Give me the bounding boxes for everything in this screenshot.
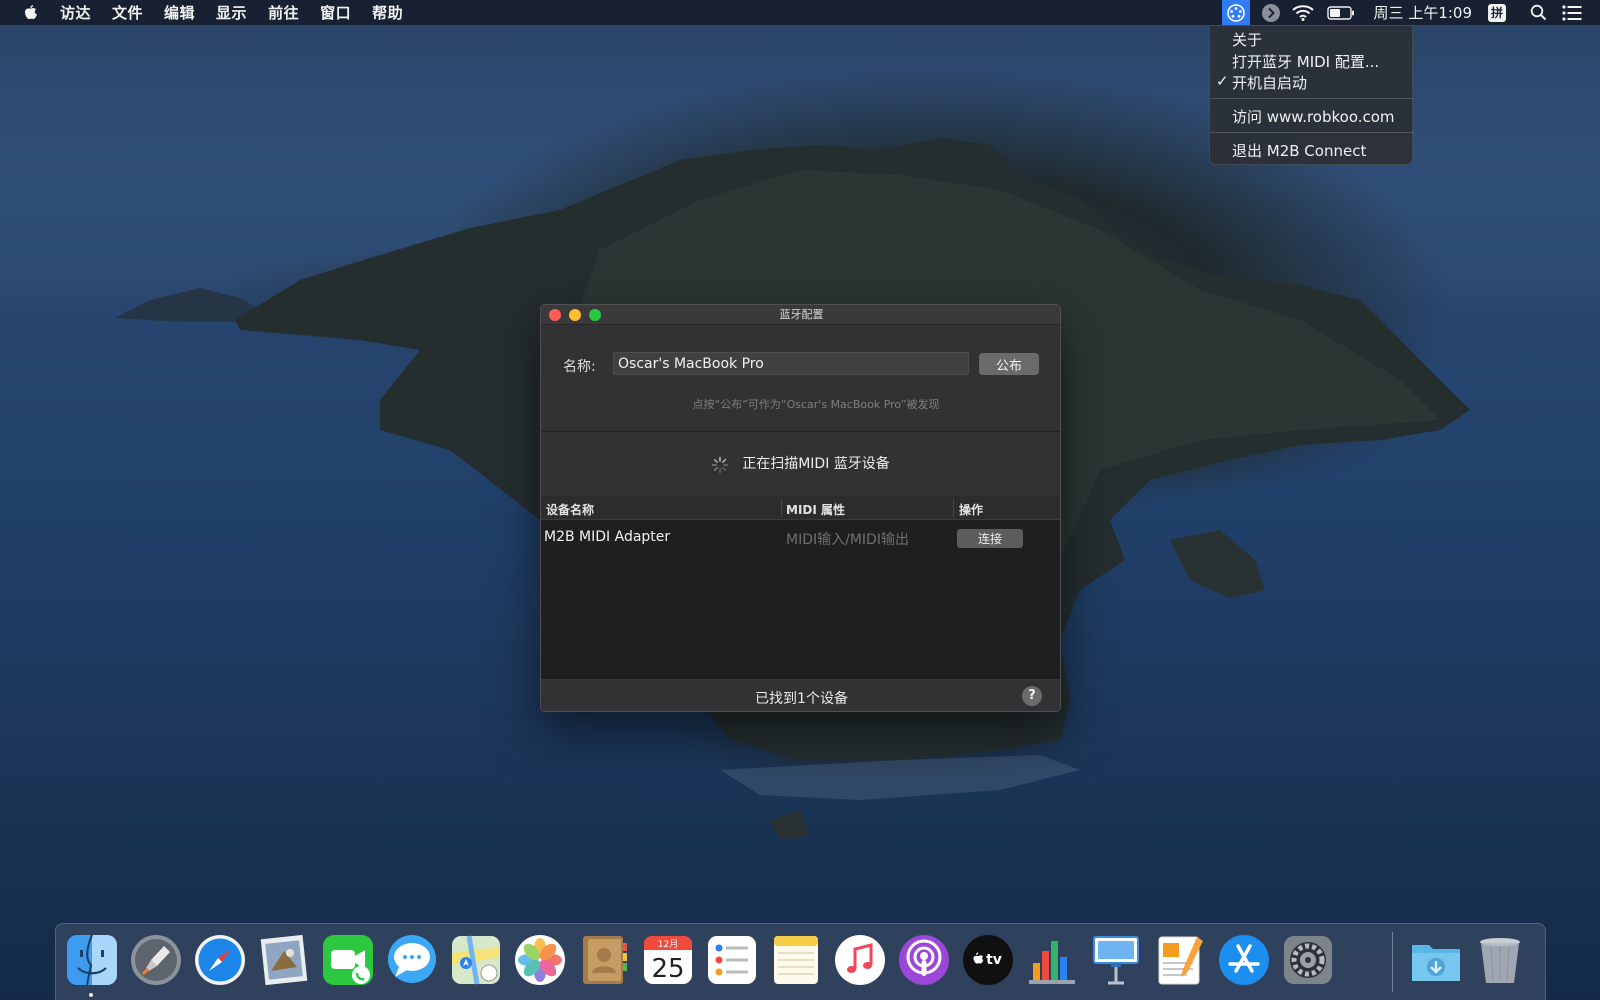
safari-icon[interactable]: [193, 933, 247, 987]
device-name-cell: M2B MIDI Adapter: [544, 529, 671, 545]
menu-item-open-config[interactable]: 打开蓝牙 MIDI 配置...: [1232, 51, 1379, 72]
m2b-connect-status-icon[interactable]: [1221, 0, 1250, 25]
dock: 12月 25 tv: [55, 923, 1546, 1000]
contacts-icon[interactable]: [577, 933, 631, 987]
launchpad-icon[interactable]: [129, 933, 183, 987]
menu-item-about[interactable]: 关于: [1232, 29, 1262, 50]
menu-view[interactable]: 显示: [216, 2, 247, 23]
connect-button[interactable]: 连接: [957, 529, 1023, 548]
app-store-icon[interactable]: [1217, 933, 1271, 987]
window-footer: 已找到1个设备 ?: [541, 678, 1060, 711]
spotlight-search-icon[interactable]: [1520, 0, 1556, 25]
input-method-label: 拼: [1488, 3, 1506, 22]
column-header-action[interactable]: 操作: [959, 501, 983, 518]
notification-center-icon[interactable]: [1556, 0, 1588, 25]
menu-window[interactable]: 窗口: [320, 2, 351, 23]
battery-icon[interactable]: [1320, 0, 1362, 25]
keynote-icon[interactable]: [1089, 933, 1143, 987]
trash-icon[interactable]: [1473, 933, 1527, 987]
menu-file[interactable]: 文件: [112, 2, 143, 23]
menu-separator: [1210, 98, 1414, 99]
facetime-icon[interactable]: [321, 933, 375, 987]
pages-icon[interactable]: [1153, 933, 1207, 987]
maps-icon[interactable]: [449, 933, 503, 987]
checkmark-icon: ✓: [1216, 72, 1229, 90]
menu-help[interactable]: 帮助: [372, 2, 403, 23]
finder-running-indicator: [89, 993, 93, 997]
calendar-icon[interactable]: 12月 25: [641, 933, 695, 987]
name-label: 名称:: [563, 359, 596, 375]
close-button[interactable]: [549, 309, 561, 321]
column-header-midi-properties[interactable]: MIDI 属性: [786, 501, 845, 518]
menu-edit[interactable]: 编辑: [164, 2, 195, 23]
menu-finder[interactable]: 访达: [60, 2, 91, 23]
podcasts-icon[interactable]: [897, 933, 951, 987]
wifi-icon[interactable]: [1286, 0, 1320, 25]
mail-icon[interactable]: [257, 933, 311, 987]
minimize-button[interactable]: [569, 309, 581, 321]
downloads-folder-icon[interactable]: [1409, 933, 1463, 987]
publish-hint: 点按“公布”可作为“Oscar's MacBook Pro”被发现: [692, 398, 940, 411]
apple-tv-icon[interactable]: tv: [961, 933, 1015, 987]
menu-bar: 访达 文件 编辑 显示 前往 窗口 帮助 周三 上午1:09 拼: [0, 0, 1600, 25]
chevron-right-circle-icon[interactable]: [1256, 0, 1286, 25]
clock[interactable]: 周三 上午1:09: [1374, 0, 1472, 25]
device-table: 设备名称 MIDI 属性 操作 M2B MIDI Adapter MIDI输入/…: [541, 496, 1060, 678]
system-preferences-icon[interactable]: [1281, 933, 1335, 987]
input-method-icon[interactable]: 拼: [1484, 0, 1510, 25]
calendar-day: 25: [651, 954, 684, 984]
column-header-device-name[interactable]: 设备名称: [546, 501, 594, 518]
zoom-button[interactable]: [589, 309, 601, 321]
help-button[interactable]: ?: [1022, 686, 1042, 706]
finder-icon[interactable]: [65, 933, 119, 987]
menu-item-visit-website[interactable]: 访问 www.robkoo.com: [1232, 106, 1395, 127]
menu-item-launch-at-login[interactable]: 开机自启动: [1232, 72, 1307, 93]
publish-button[interactable]: 公布: [979, 353, 1039, 375]
window-title: 蓝牙配置: [779, 308, 824, 321]
device-name-input[interactable]: [613, 352, 969, 375]
section-divider: [541, 431, 1060, 432]
midi-properties-cell: MIDI输入/MIDI输出: [786, 532, 909, 548]
m2b-status-menu: 关于 打开蓝牙 MIDI 配置... ✓ 开机自启动 访问 www.robkoo…: [1209, 25, 1414, 165]
menu-go[interactable]: 前往: [268, 2, 299, 23]
calendar-month: 12月: [658, 939, 678, 950]
apple-menu-icon[interactable]: [22, 4, 42, 22]
reminders-icon[interactable]: [705, 933, 759, 987]
bluetooth-config-window: 蓝牙配置 名称: 公布 点按“公布”可作为“Oscar's MacBook Pr…: [540, 304, 1061, 712]
apple-tv-label: tv: [986, 952, 1002, 968]
music-icon[interactable]: [833, 933, 887, 987]
scanning-status: 正在扫描MIDI 蓝牙设备: [742, 456, 890, 472]
menu-separator: [1210, 132, 1414, 133]
photos-icon[interactable]: [513, 933, 567, 987]
table-header: 设备名称 MIDI 属性 操作: [541, 496, 1060, 520]
column-separator: [781, 499, 782, 517]
devices-found-count: 已找到1个设备: [755, 691, 848, 707]
messages-icon[interactable]: [385, 933, 439, 987]
numbers-icon[interactable]: [1025, 933, 1079, 987]
notes-icon[interactable]: [769, 933, 823, 987]
dock-separator: [1392, 932, 1393, 992]
window-title-bar[interactable]: 蓝牙配置: [541, 305, 1060, 325]
column-separator: [953, 499, 954, 517]
menu-item-quit[interactable]: 退出 M2B Connect: [1232, 140, 1366, 161]
